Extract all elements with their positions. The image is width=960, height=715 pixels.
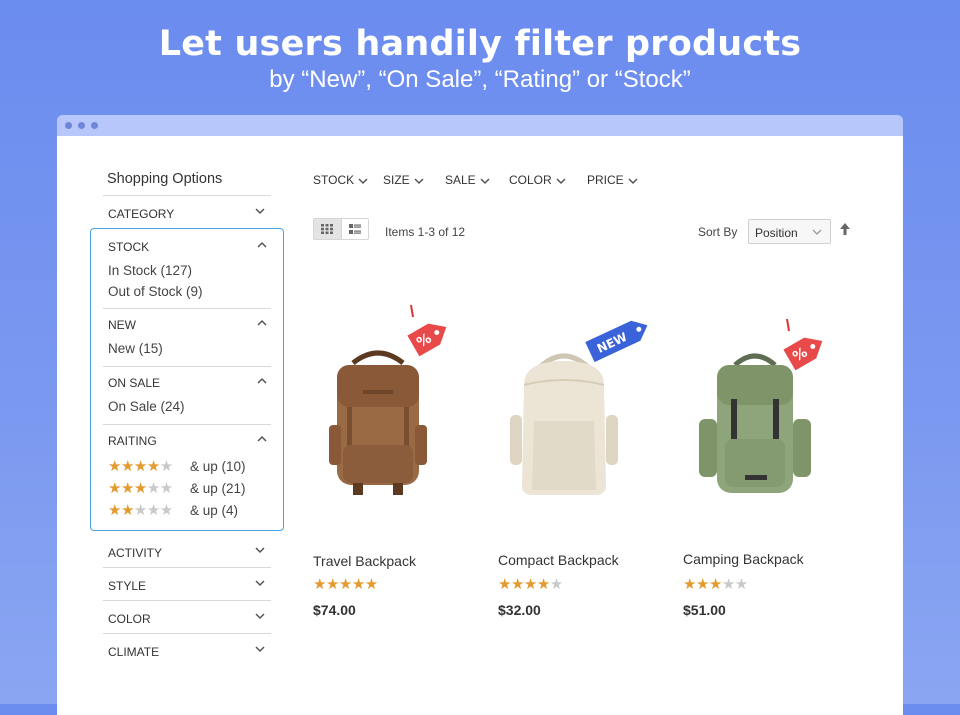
top-filter-sale[interactable]: SALE: [445, 173, 490, 187]
chevron-up-icon[interactable]: [257, 240, 267, 250]
option-new[interactable]: New (15): [108, 341, 163, 356]
window-dot-icon: [91, 122, 98, 129]
product-name[interactable]: Compact Backpack: [498, 552, 619, 568]
rating-option-label: & up (10): [190, 459, 246, 474]
product-rating-stars: ★★★★★: [313, 575, 378, 593]
top-filter-label: SALE: [445, 173, 476, 187]
filter-new-label[interactable]: NEW: [108, 318, 136, 332]
divider: [103, 424, 271, 425]
filter-style[interactable]: STYLE: [103, 568, 271, 601]
filter-activity[interactable]: ACTIVITY: [103, 535, 271, 568]
browser-window: Shopping Options CATEGORY STOCK In Stock…: [57, 115, 903, 715]
product-card[interactable]: % Travel Backpack ★★★★★ $74.00: [313, 295, 473, 618]
window-dot-icon: [65, 122, 72, 129]
sale-tag-icon: %: [783, 318, 823, 371]
filter-on-sale-label[interactable]: ON SALE: [108, 376, 160, 390]
filter-category[interactable]: CATEGORY: [103, 196, 271, 229]
product-rating-stars: ★★★★★: [498, 575, 563, 593]
filter-style-label: STYLE: [108, 579, 147, 593]
chevron-down-icon: [480, 178, 490, 184]
filter-climate[interactable]: CLIMATE: [103, 634, 271, 666]
product-name[interactable]: Camping Backpack: [683, 551, 804, 567]
grid-view-button[interactable]: [314, 219, 342, 239]
rating-option[interactable]: ★★★★★ & up (4): [103, 501, 271, 521]
chevron-down-icon: [556, 178, 566, 184]
chevron-down-icon: [255, 613, 265, 620]
chevron-down-icon: [414, 178, 424, 184]
rating-option-label: & up (21): [190, 481, 246, 496]
shopping-options-title: Shopping Options: [103, 171, 271, 196]
hero-title: Let users handily filter products: [158, 24, 802, 64]
option-on-sale[interactable]: On Sale (24): [108, 399, 185, 414]
grid-icon: [321, 224, 333, 234]
product-price: $74.00: [313, 602, 356, 618]
sort-select[interactable]: Position: [748, 219, 831, 244]
view-mode-toggle: [313, 218, 369, 240]
rating-option[interactable]: ★★★★★ & up (10): [103, 457, 271, 477]
filter-stock-label[interactable]: STOCK: [108, 240, 149, 254]
new-tag: NEW: [582, 318, 651, 365]
chevron-down-icon: [255, 580, 265, 587]
top-filter-stock[interactable]: STOCK: [313, 173, 368, 187]
product-card[interactable]: % Camping Backpack ★★★★★ $51.00: [683, 295, 843, 618]
rating-option[interactable]: ★★★★★ & up (21): [103, 479, 271, 499]
top-filter-size[interactable]: SIZE: [383, 173, 424, 187]
backpack-image: [510, 353, 618, 495]
items-count: Items 1-3 of 12: [385, 225, 466, 239]
sort-select-value: Position: [755, 226, 798, 240]
sort-direction-icon[interactable]: [839, 222, 851, 236]
product-name[interactable]: Travel Backpack: [313, 553, 416, 569]
chevron-down-icon: [358, 178, 368, 184]
divider: [103, 308, 271, 309]
product-card[interactable]: NEW Compact Backpack ★★★★★ $32.00: [498, 295, 658, 618]
top-filter-price[interactable]: PRICE: [587, 173, 638, 187]
filters-bottom: ACTIVITY STYLE COLOR CLIMATE: [103, 535, 271, 666]
chevron-up-icon[interactable]: [257, 376, 267, 386]
rating-option-label: & up (4): [190, 503, 239, 518]
rating-stars: ★★★★★: [108, 502, 173, 519]
top-filter-label: STOCK: [313, 173, 355, 187]
chevron-up-icon[interactable]: [257, 318, 267, 328]
window-titlebar: [57, 115, 903, 136]
top-filter-label: SIZE: [383, 173, 410, 187]
top-filter-color[interactable]: COLOR: [509, 173, 566, 187]
divider: [103, 366, 271, 367]
backpack-image: [329, 350, 427, 495]
filter-color[interactable]: COLOR: [103, 601, 271, 634]
rating-stars: ★★★★★: [108, 458, 173, 475]
product-rating-stars: ★★★★★: [683, 575, 748, 593]
highlighted-filters-box: STOCK In Stock (127) Out of Stock (9) NE…: [90, 228, 284, 531]
filter-rating-label[interactable]: RAITING: [108, 434, 157, 448]
list-view-button[interactable]: [342, 219, 369, 239]
window-dot-icon: [78, 122, 85, 129]
sale-tag-icon: %: [407, 304, 447, 357]
product-price: $51.00: [683, 602, 726, 618]
top-filter-label: PRICE: [587, 173, 624, 187]
option-out-of-stock[interactable]: Out of Stock (9): [108, 284, 203, 299]
chevron-up-icon[interactable]: [257, 434, 267, 444]
option-in-stock[interactable]: In Stock (127): [108, 263, 192, 278]
filter-category-label: CATEGORY: [108, 207, 175, 221]
chevron-down-icon: [255, 208, 265, 215]
top-filter-label: COLOR: [509, 173, 552, 187]
filter-color-label: COLOR: [108, 612, 151, 626]
filter-activity-label: ACTIVITY: [108, 546, 163, 560]
chevron-down-icon: [812, 229, 822, 235]
chevron-down-icon: [255, 547, 265, 554]
rating-stars: ★★★★★: [108, 480, 173, 497]
filter-climate-label: CLIMATE: [108, 645, 160, 659]
product-price: $32.00: [498, 602, 541, 618]
chevron-down-icon: [255, 646, 265, 653]
sort-by-label: Sort By: [698, 225, 738, 239]
chevron-down-icon: [628, 178, 638, 184]
list-icon: [349, 224, 361, 234]
shopping-options-sidebar: Shopping Options CATEGORY: [103, 171, 271, 229]
hero-subtitle: by “New”, “On Sale”, “Rating” or “Stock”: [269, 66, 691, 93]
